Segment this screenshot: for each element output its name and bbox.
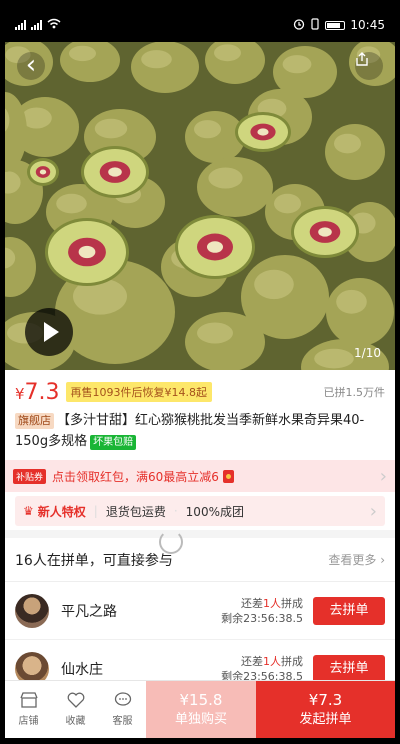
- user-name: 平凡之路: [61, 603, 117, 620]
- group-price: ¥7.3: [15, 379, 60, 405]
- status-bar: 10:45: [5, 8, 395, 42]
- group-buy-header: 16人在拼单，可直接参与: [15, 552, 173, 569]
- chevron-right-icon: ›: [369, 500, 377, 522]
- alarm-icon: [293, 18, 305, 33]
- avatar: [15, 593, 49, 628]
- product-hero-image[interactable]: ‹ 1/10: [5, 42, 395, 370]
- favorite-button[interactable]: 收藏: [52, 681, 99, 738]
- flagship-tag: 旗舰店: [15, 413, 54, 429]
- buy-alone-button[interactable]: ¥15.8 单独购买: [146, 681, 256, 738]
- battery-icon: [325, 20, 346, 30]
- user-name: 仙水庄: [61, 661, 103, 678]
- store-icon: [19, 692, 38, 708]
- wifi-icon: [47, 18, 61, 32]
- new-user-title: 新人特权: [37, 504, 86, 519]
- divider: |: [93, 504, 98, 518]
- image-page-indicator: 1/10: [354, 346, 381, 360]
- new-user-privilege[interactable]: ♛ 新人特权 | 退货包运费 · 100%成团 ›: [15, 496, 385, 526]
- phone-screen: 10:45 ‹ 1/10 ¥7.3 再售1093件后恢复¥14.8起 已拼1.5…: [5, 8, 395, 738]
- signal-icon-2: [31, 20, 42, 30]
- promo-tag: 再售1093件后恢复¥14.8起: [65, 382, 213, 402]
- group-buy-status: 还差1人拼成 剩余23:56:38.5: [221, 654, 303, 683]
- status-time: 10:45: [350, 18, 385, 32]
- bottom-action-bar: 店铺 收藏 客服 ¥15.8 单独购买 ¥7.3 发起拼单: [5, 680, 395, 738]
- join-group-button[interactable]: 去拼单: [313, 596, 385, 625]
- vibrate-icon: [310, 17, 320, 33]
- play-video-button[interactable]: [25, 308, 73, 356]
- back-button[interactable]: ‹: [17, 52, 45, 80]
- chat-icon: [114, 692, 131, 706]
- group-success-text: 100%成团: [185, 504, 244, 519]
- product-title: 旗舰店 【多汁甘甜】红心猕猴桃批发当季新鲜水果奇异果40-150g多规格 坏果包赔: [15, 410, 385, 460]
- red-packet-icon: [222, 469, 234, 483]
- customer-service-button[interactable]: 客服: [99, 681, 146, 738]
- share-icon: [356, 52, 368, 66]
- loading-spinner-icon: [159, 530, 183, 554]
- coupon-bar[interactable]: 补贴券 点击领取红包，满60最高立减6 ›: [5, 460, 395, 492]
- price-section: ¥7.3 再售1093件后恢复¥14.8起 已拼1.5万件 旗舰店 【多汁甘甜】红…: [5, 370, 395, 460]
- group-buy-row: 平凡之路 还差1人拼成 剩余23:56:38.5 去拼单: [5, 582, 395, 640]
- join-group-button[interactable]: 去拼单: [313, 654, 385, 683]
- chevron-right-icon: ›: [379, 465, 387, 487]
- start-group-buy-button[interactable]: ¥7.3 发起拼单: [256, 681, 395, 738]
- guarantee-tag: 坏果包赔: [90, 435, 137, 450]
- store-button[interactable]: 店铺: [5, 681, 52, 738]
- crown-icon: ♛: [23, 504, 34, 518]
- coupon-text: 点击领取红包，满60最高立减6: [52, 469, 219, 484]
- coupon-badge: 补贴券: [13, 468, 47, 484]
- share-button[interactable]: [355, 52, 383, 80]
- product-title-text: 【多汁甘甜】红心猕猴桃批发当季新鲜水果奇异果40-150g多规格: [15, 413, 365, 449]
- dot-divider: ·: [173, 504, 178, 518]
- group-buy-status: 还差1人拼成 剩余23:56:38.5: [221, 596, 303, 625]
- heart-icon: [67, 692, 84, 708]
- signal-icon: [15, 20, 26, 30]
- sold-count: 已拼1.5万件: [323, 386, 386, 399]
- return-shipping-text: 退货包运费: [105, 504, 166, 519]
- see-more-link[interactable]: 查看更多 ›: [328, 551, 385, 568]
